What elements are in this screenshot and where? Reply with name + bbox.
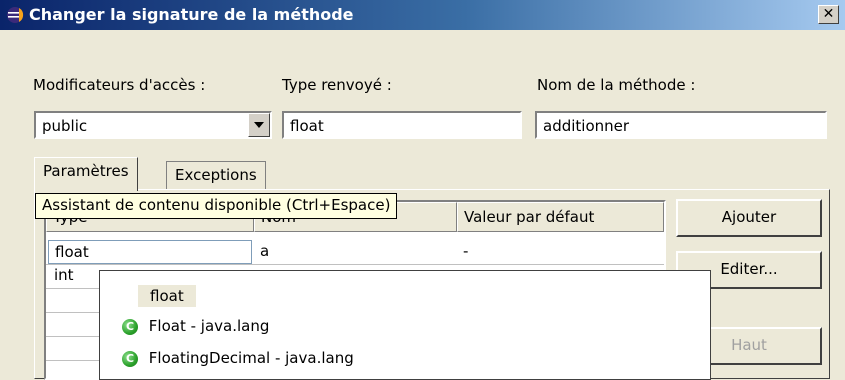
type-cell-editor[interactable]: float bbox=[48, 240, 252, 264]
access-modifier-value: public bbox=[42, 117, 88, 135]
item-label: FloatingDecimal - java.lang bbox=[148, 349, 354, 367]
close-button[interactable]: ✕ bbox=[818, 5, 839, 24]
tooltip-text: Assistant de contenu disponible (Ctrl+Es… bbox=[42, 196, 391, 214]
column-header-default[interactable]: Valeur par défaut bbox=[457, 202, 664, 232]
tab-parametres[interactable]: Paramètres bbox=[34, 157, 138, 191]
item-label: float bbox=[138, 285, 196, 307]
table-cell[interactable]: - bbox=[457, 240, 474, 264]
return-type-label: Type renvoyé : bbox=[282, 76, 392, 94]
autocomplete-item-float[interactable]: float bbox=[128, 281, 206, 311]
cell-value: a bbox=[260, 242, 270, 260]
class-icon: C bbox=[122, 318, 138, 335]
row-divider bbox=[46, 264, 664, 265]
button-label: Editer... bbox=[720, 260, 778, 278]
method-name-label: Nom de la méthode : bbox=[537, 76, 696, 94]
eclipse-icon bbox=[7, 7, 24, 23]
table-cell[interactable]: int bbox=[48, 264, 80, 288]
cell-value: - bbox=[463, 242, 469, 260]
autocomplete-popup[interactable]: float C Float - java.lang C FloatingDeci… bbox=[99, 270, 711, 380]
button-label: Ajouter bbox=[721, 208, 777, 226]
return-type-input[interactable]: float bbox=[282, 111, 522, 139]
tab-label: Exceptions bbox=[175, 166, 257, 184]
window-title: Changer la signature de la méthode bbox=[29, 5, 354, 24]
cell-value: float bbox=[55, 243, 89, 261]
content-assist-tooltip: Assistant de contenu disponible (Ctrl+Es… bbox=[35, 193, 398, 219]
chevron-down-icon[interactable] bbox=[248, 113, 270, 137]
cell-value: int bbox=[54, 266, 74, 284]
title-bar: Changer la signature de la méthode ✕ bbox=[0, 0, 845, 30]
autocomplete-item-floatingdecimal[interactable]: C FloatingDecimal - java.lang bbox=[112, 345, 722, 375]
close-icon: ✕ bbox=[822, 6, 835, 22]
access-modifier-select[interactable]: public bbox=[34, 111, 272, 139]
autocomplete-item-float-class[interactable]: C Float - java.lang bbox=[112, 313, 722, 343]
column-header-label: Valeur par défaut bbox=[464, 208, 595, 226]
add-button[interactable]: Ajouter bbox=[676, 199, 822, 237]
tab-label: Paramètres bbox=[43, 162, 129, 180]
method-name-input[interactable]: additionner bbox=[535, 111, 827, 139]
button-label: Haut bbox=[731, 336, 767, 354]
method-name-value: additionner bbox=[543, 117, 630, 135]
modifiers-label: Modificateurs d'accès : bbox=[33, 76, 206, 94]
table-cell[interactable]: a bbox=[254, 240, 275, 264]
tab-exceptions[interactable]: Exceptions bbox=[166, 161, 266, 189]
item-label: Float - java.lang bbox=[148, 317, 270, 335]
return-type-value: float bbox=[290, 117, 324, 135]
class-icon: C bbox=[122, 350, 138, 367]
